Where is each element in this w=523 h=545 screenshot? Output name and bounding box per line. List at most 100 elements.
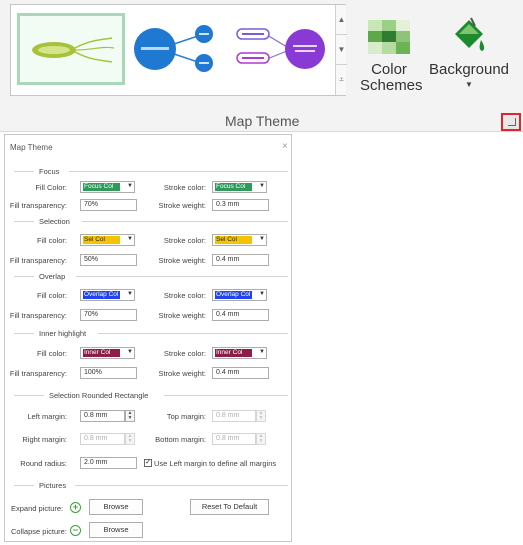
section-inner-highlight: Inner highlight [14,329,288,338]
paint-bucket-icon [455,17,485,51]
bottom-margin-label: Bottom margin: [155,435,206,444]
use-left-margin-checkbox[interactable]: ✓ [144,459,152,467]
round-radius-label: Round radius: [20,459,67,468]
inner-transparency-label: Fill transparency: [9,369,67,378]
map-theme-dialog: Map Theme × Focus Fill Color: Focus Col … [4,134,292,542]
focus-weight-input[interactable]: 0.3 mm [212,199,269,211]
color-schemes-icon [368,20,410,54]
left-margin-spinner[interactable]: ▲ ▼ [125,410,135,422]
inner-stroke-label: Stroke color: [163,349,206,358]
dropdown-arrow-icon: ▼ [465,80,473,89]
inner-fill-label: Fill color: [36,349,67,358]
focus-fill-color-combo[interactable]: Focus Col ▼ [80,181,135,193]
focus-fill-label: Fill Color: [35,183,67,192]
section-inner-highlight-heading: Inner highlight [39,329,87,338]
dialog-launcher-button[interactable] [501,113,521,131]
overlap-fill-color-combo[interactable]: Overlap Col ▼ [80,289,135,301]
gallery-scroll-down-button[interactable]: ▼ [336,35,347,65]
overlap-weight-input[interactable]: 0.4 mm [212,309,269,321]
theme-thumbnail-2[interactable] [129,13,223,85]
focus-weight-label: Stroke weight: [158,201,206,210]
selection-fill-color-chip: Sel Col [83,236,120,244]
section-rounded-rectangle: Selection Rounded Rectangle [14,391,288,400]
right-margin-spinner[interactable]: ▲ ▼ [125,433,135,445]
overlap-transparency-input[interactable]: 70% [80,309,137,321]
chevron-down-icon: ▼ [127,183,133,189]
chevron-down-icon: ▼ [127,349,133,355]
launcher-icon [508,118,516,126]
section-overlap: Overlap [14,272,288,281]
close-icon[interactable]: × [282,141,288,152]
overlap-stroke-color-combo[interactable]: Overlap Col ▼ [212,289,267,301]
top-margin-label: Top margin: [166,412,206,421]
selection-stroke-label: Stroke color: [163,236,206,245]
use-left-margin-label: Use Left margin to define all margins [154,459,277,468]
chevron-down-icon: ▼ [127,236,133,242]
theme-thumbnail-3[interactable] [229,13,333,85]
overlap-fill-color-chip: Overlap Col [83,291,120,299]
section-focus: Focus [14,167,288,176]
section-selection-heading: Selection [39,217,70,226]
selection-stroke-color-chip: Sel Col [215,236,252,244]
gallery-more-button[interactable]: ⩡ [336,65,347,95]
chevron-down-icon: ▼ [259,236,265,242]
inner-transparency-input[interactable]: 100% [80,367,137,379]
selection-transparency-label: Fill transparency: [9,256,67,265]
selection-stroke-color-combo[interactable]: Sel Col ▼ [212,234,267,246]
ribbon-map-theme-group: ▲ ▼ ⩡ Color Schemes Background ▼ Map The [0,0,523,132]
overlap-stroke-color-chip: Overlap Col [215,291,252,299]
left-margin-label: Left margin: [27,412,67,421]
selection-transparency-input[interactable]: 50% [80,254,137,266]
top-margin-input[interactable]: 0.8 mm [212,410,256,422]
focus-stroke-color-chip: Focus Col [215,183,252,191]
chevron-down-icon: ▼ [259,183,265,189]
focus-transparency-input[interactable]: 70% [80,199,137,211]
chevron-down-icon: ▼ [259,349,265,355]
section-rounded-heading: Selection Rounded Rectangle [49,391,149,400]
selection-fill-color-combo[interactable]: Sel Col ▼ [80,234,135,246]
collapse-picture-label: Collapse picture: [11,527,67,536]
gallery-scrollbar[interactable]: ▲ ▼ ⩡ [335,5,347,95]
bottom-margin-spinner[interactable]: ▲ ▼ [256,433,266,445]
color-schemes-button[interactable]: Color Schemes [360,20,423,94]
inner-weight-label: Stroke weight: [158,369,206,378]
chevron-down-icon: ▼ [259,291,265,297]
focus-stroke-color-combo[interactable]: Focus Col ▼ [212,181,267,193]
inner-fill-color-combo[interactable]: Inner Col ▼ [80,347,135,359]
theme-thumbnail-1[interactable] [17,13,125,85]
expand-picture-label: Expand picture: [11,504,64,513]
reset-to-default-button[interactable]: Reset To Default [190,499,269,515]
overlap-fill-label: Fill color: [36,291,67,300]
inner-weight-input[interactable]: 0.4 mm [212,367,269,379]
left-margin-input[interactable]: 0.8 mm [80,410,125,422]
expand-browse-button[interactable]: Browse [89,499,143,515]
section-pictures-heading: Pictures [39,481,67,490]
overlap-stroke-label: Stroke color: [163,291,206,300]
selection-weight-label: Stroke weight: [158,256,206,265]
plus-circle-icon: + [70,502,81,513]
theme-gallery: ▲ ▼ ⩡ [10,4,347,96]
color-schemes-label: Color Schemes [360,61,423,94]
inner-stroke-color-combo[interactable]: Inner Col ▼ [212,347,267,359]
background-button[interactable]: Background ▼ [424,16,514,89]
selection-weight-input[interactable]: 0.4 mm [212,254,269,266]
round-radius-input[interactable]: 2.0 mm [80,457,137,469]
collapse-browse-button[interactable]: Browse [89,522,143,538]
dialog-title: Map Theme [10,143,53,152]
selection-fill-label: Fill color: [36,236,67,245]
section-focus-heading: Focus [39,167,60,176]
section-pictures: Pictures [14,481,288,490]
overlap-transparency-label: Fill transparency: [9,311,67,320]
right-margin-input[interactable]: 0.8 mm [80,433,125,445]
focus-transparency-label: Fill transparency: [9,201,67,210]
background-label: Background [428,61,510,78]
bottom-margin-input[interactable]: 0.8 mm [212,433,256,445]
section-overlap-heading: Overlap [39,272,66,281]
minus-circle-icon: − [70,525,81,536]
top-margin-spinner[interactable]: ▲ ▼ [256,410,266,422]
gallery-scroll-up-button[interactable]: ▲ [336,5,347,35]
overlap-weight-label: Stroke weight: [158,311,206,320]
inner-fill-color-chip: Inner Col [83,349,120,357]
focus-stroke-label: Stroke color: [163,183,206,192]
right-margin-label: Right margin: [22,435,67,444]
